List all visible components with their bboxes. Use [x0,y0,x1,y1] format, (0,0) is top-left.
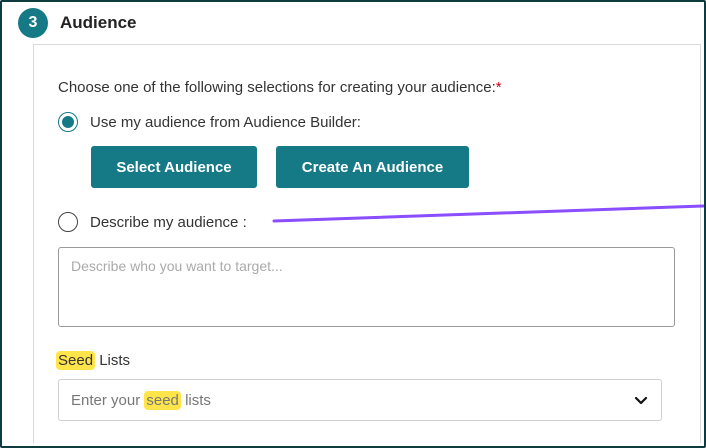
seed-lists-label: Seed Lists [56,351,131,370]
radio-selected-dot [62,116,74,128]
seed-lists-dropdown[interactable]: Enter your seed lists [58,379,662,421]
audience-step-frame: 3 Audience Choose one of the following s… [0,0,706,448]
seed-lists-label-rest: Lists [95,352,131,369]
seed-lists-placeholder-after: lists [180,391,211,409]
audience-prompt-text: Choose one of the following selections f… [58,79,496,96]
option-audience-builder[interactable]: Use my audience from Audience Builder: [58,112,361,132]
option-describe-audience-label: Describe my audience : [90,213,247,231]
required-mark: * [495,79,502,96]
chevron-down-icon[interactable] [633,392,649,408]
step-title: Audience [60,13,137,32]
select-audience-button[interactable]: Select Audience [91,146,257,188]
seed-highlight: Seed [56,351,96,370]
create-audience-button[interactable]: Create An Audience [276,146,469,188]
describe-audience-input[interactable] [58,247,675,327]
radio-audience-builder[interactable] [58,112,78,132]
seed-lists-placeholder-before: Enter your [71,391,145,409]
option-audience-builder-label: Use my audience from Audience Builder: [90,113,361,131]
seed-lists-placeholder: Enter your seed lists [71,390,211,410]
radio-describe-audience[interactable] [58,212,78,232]
step-number-badge: 3 [18,8,48,38]
audience-prompt: Choose one of the following selections f… [58,79,502,96]
seed-placeholder-highlight: seed [144,390,181,410]
step-header: 3 Audience [18,7,137,39]
option-describe-audience[interactable]: Describe my audience : [58,212,247,232]
audience-panel: Choose one of the following selections f… [33,44,701,443]
